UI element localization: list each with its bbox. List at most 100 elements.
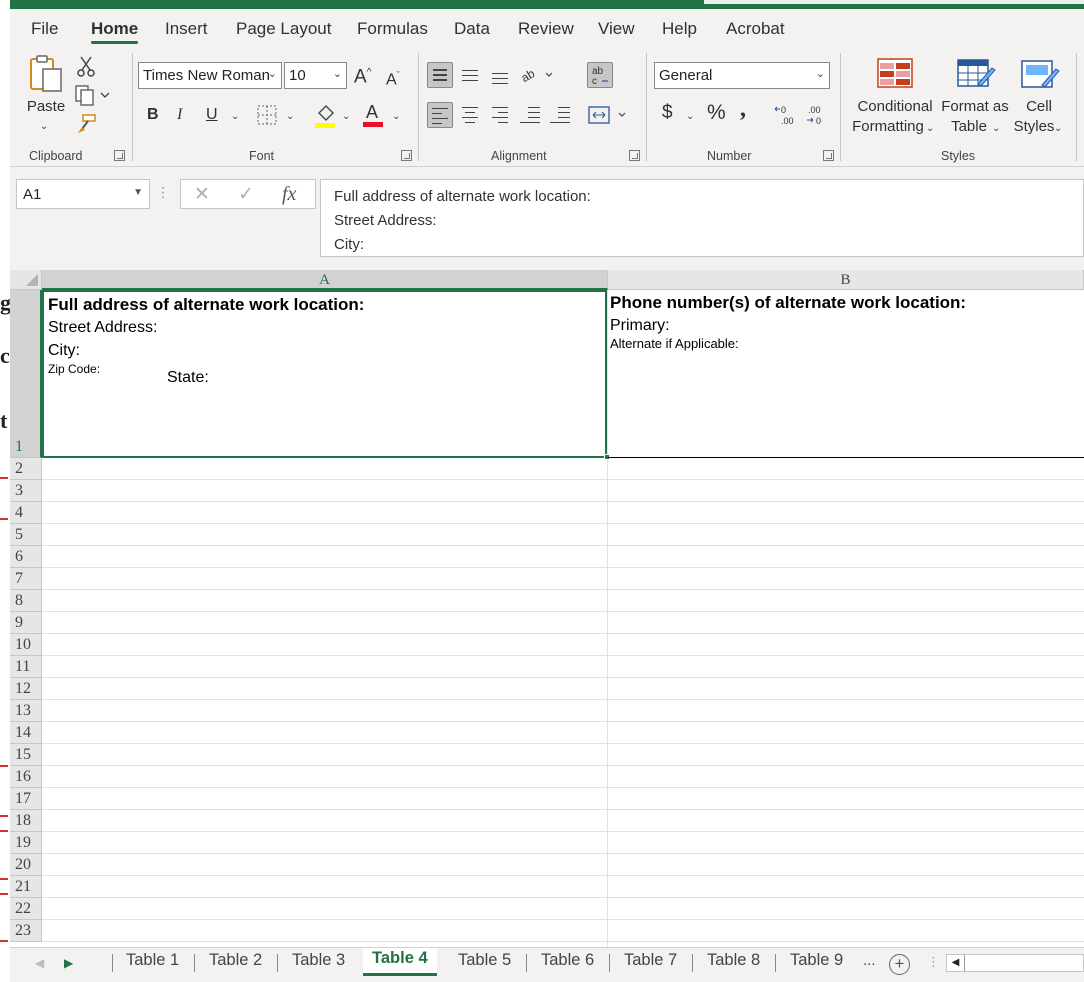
grid-row[interactable]	[42, 656, 1084, 678]
row-header[interactable]: 12	[10, 678, 42, 700]
tab-help[interactable]: Help	[662, 19, 697, 39]
font-name-select[interactable]: Times New Roman ⌄	[138, 62, 282, 89]
row-header[interactable]: 2	[10, 458, 42, 480]
row-header[interactable]: 21	[10, 876, 42, 898]
underline-dropdown[interactable]: ⌄	[231, 107, 239, 127]
select-all-button[interactable]	[10, 270, 42, 290]
tab-file[interactable]: File	[31, 19, 58, 39]
sheet-tab-table-3[interactable]: Table 3	[292, 950, 345, 978]
row-header[interactable]: 13	[10, 700, 42, 722]
grid-row[interactable]	[42, 832, 1084, 854]
formula-bar-grip-icon[interactable]: ⋮	[156, 184, 170, 201]
currency-dropdown[interactable]: ⌄	[686, 107, 694, 127]
borders-dropdown[interactable]: ⌄	[286, 107, 294, 127]
row-header[interactable]: 16	[10, 766, 42, 788]
tab-splitter-icon[interactable]: ⋮	[927, 954, 940, 970]
top-align-icon[interactable]	[427, 62, 453, 88]
font-size-select[interactable]: 10 ⌄	[284, 62, 347, 89]
decrease-font-size-button[interactable]: Aˇ	[386, 65, 400, 90]
tab-insert[interactable]: Insert	[165, 19, 208, 39]
comma-style-button[interactable]: ,	[740, 97, 746, 121]
sheet-tab-table-1[interactable]: Table 1	[126, 950, 179, 978]
font-color-dropdown[interactable]: ⌄	[392, 107, 400, 127]
grid-row[interactable]	[42, 744, 1084, 766]
cell-styles-label[interactable]: Cell	[1022, 97, 1056, 117]
format-as-table-dropdown[interactable]: ⌄	[992, 119, 1000, 139]
wrap-text-icon[interactable]: ab c	[587, 62, 613, 88]
sheet-tab-table-6[interactable]: Table 6	[541, 950, 594, 978]
conditional-formatting-icon[interactable]	[876, 57, 914, 89]
conditional-formatting-label-2[interactable]: Formatting	[848, 117, 928, 137]
grid-row[interactable]	[42, 810, 1084, 832]
format-as-table-label[interactable]: Format as	[940, 97, 1010, 117]
cell-styles-dropdown[interactable]: ⌄	[1054, 119, 1062, 139]
sheet-tab-table-9[interactable]: Table 9	[790, 950, 843, 978]
cell-a1[interactable]: Full address of alternate work location:…	[42, 290, 607, 458]
tab-home[interactable]: Home	[91, 19, 138, 39]
grid-row[interactable]	[42, 722, 1084, 744]
row-header[interactable]: 19	[10, 832, 42, 854]
format-as-table-label-2[interactable]: Table	[947, 117, 991, 137]
paste-dropdown[interactable]: ⌄	[40, 117, 48, 137]
sheet-tab-table-7[interactable]: Table 7	[624, 950, 677, 978]
tab-review[interactable]: Review	[518, 19, 574, 39]
cell-b1[interactable]: Phone number(s) of alternate work locati…	[608, 290, 1084, 458]
grid-row[interactable]	[42, 568, 1084, 590]
row-header[interactable]: 9	[10, 612, 42, 634]
grid-row[interactable]	[42, 502, 1084, 524]
name-box[interactable]: A1 ▼	[16, 179, 150, 209]
grid-row[interactable]	[42, 590, 1084, 612]
tab-view[interactable]: View	[598, 19, 635, 39]
increase-font-size-button[interactable]: A^	[354, 63, 371, 87]
scroll-left-icon[interactable]: ◀	[35, 956, 44, 970]
align-center-icon[interactable]	[457, 102, 483, 128]
borders-icon[interactable]	[256, 103, 278, 127]
row-header[interactable]: 5	[10, 524, 42, 546]
cancel-icon[interactable]: ✕	[194, 183, 210, 206]
row-header[interactable]: 7	[10, 568, 42, 590]
cell-styles-label-2[interactable]: Styles	[1012, 117, 1056, 137]
cell-styles-icon[interactable]	[1020, 57, 1060, 91]
font-color-icon[interactable]: A	[362, 101, 384, 129]
decrease-decimal-icon[interactable]: .00 0	[804, 103, 826, 127]
grid-row[interactable]	[42, 612, 1084, 634]
percent-button[interactable]: %	[707, 102, 726, 123]
row-header[interactable]: 17	[10, 788, 42, 810]
row-header[interactable]: 23	[10, 920, 42, 942]
grid-row[interactable]	[42, 766, 1084, 788]
add-sheet-button[interactable]: +	[889, 954, 910, 975]
row-header[interactable]: 6	[10, 546, 42, 568]
copy-icon[interactable]	[74, 83, 110, 107]
tab-page-layout[interactable]: Page Layout	[236, 19, 331, 39]
grid-row[interactable]	[42, 876, 1084, 898]
tab-data[interactable]: Data	[454, 19, 490, 39]
sheet-tab-table-4[interactable]: Table 4	[363, 948, 437, 976]
align-left-icon[interactable]	[427, 102, 453, 128]
scroll-left-arrow-icon[interactable]: ◀	[947, 955, 965, 971]
grid-row[interactable]	[42, 480, 1084, 502]
bottom-align-icon[interactable]	[487, 62, 513, 88]
insert-function-button[interactable]: fx	[282, 183, 296, 206]
row-header[interactable]: 1	[10, 290, 42, 458]
grid-row[interactable]	[42, 458, 1084, 480]
grid-row[interactable]	[42, 678, 1084, 700]
italic-button[interactable]: I	[177, 105, 182, 125]
grid-row[interactable]	[42, 898, 1084, 920]
sheet-tab-table-8[interactable]: Table 8	[707, 950, 760, 978]
bold-button[interactable]: B	[147, 105, 159, 125]
align-right-icon[interactable]	[487, 102, 513, 128]
row-header[interactable]: 22	[10, 898, 42, 920]
increase-decimal-icon[interactable]: 0.00	[774, 103, 796, 127]
conditional-formatting-label[interactable]: Conditional	[852, 97, 938, 117]
format-as-table-icon[interactable]	[956, 57, 996, 89]
row-header[interactable]: 18	[10, 810, 42, 832]
currency-button[interactable]: $	[662, 103, 673, 123]
grid-row[interactable]	[42, 700, 1084, 722]
column-header-a[interactable]: A	[42, 270, 608, 290]
merge-center-icon[interactable]	[587, 103, 629, 127]
row-header[interactable]: 15	[10, 744, 42, 766]
column-header-b[interactable]: B	[608, 270, 1084, 290]
paste-icon[interactable]	[28, 53, 64, 95]
grid-row[interactable]	[42, 920, 1084, 942]
enter-icon[interactable]: ✓	[238, 183, 254, 206]
